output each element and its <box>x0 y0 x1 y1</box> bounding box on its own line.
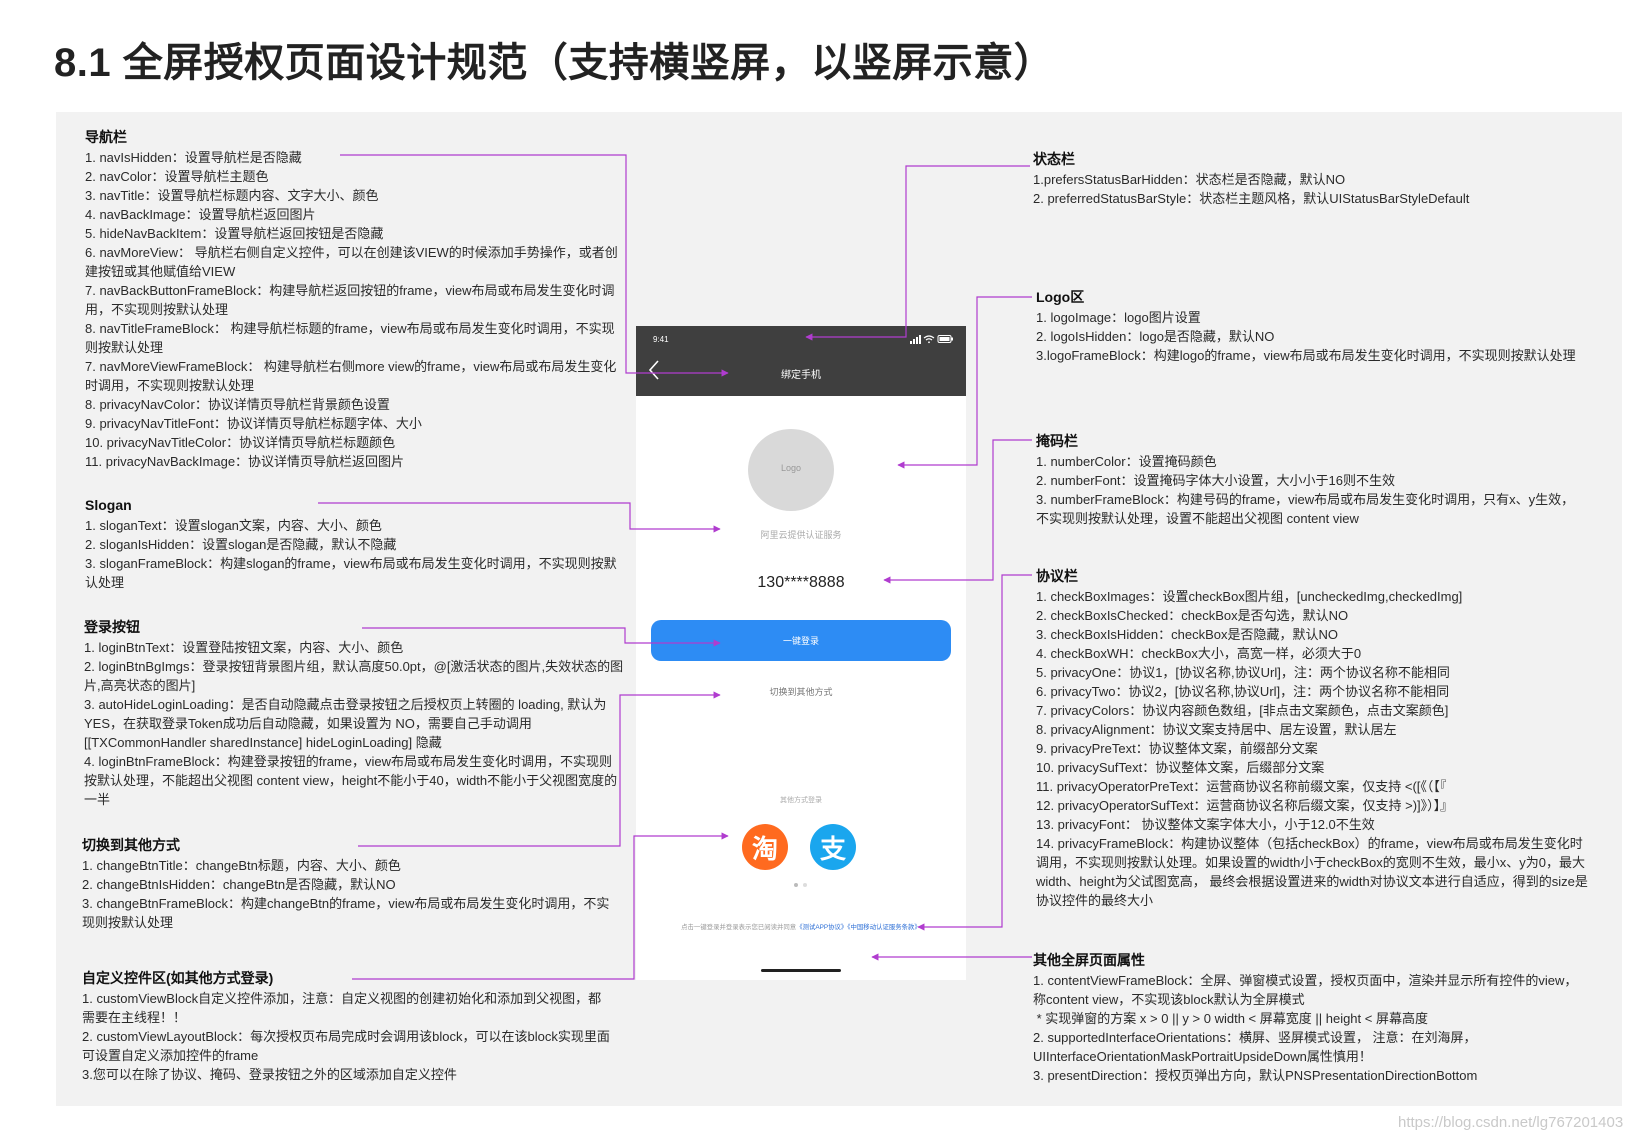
switch-section-heading: 切换到其他方式 <box>82 837 180 853</box>
page-dot <box>803 883 807 887</box>
nav-section-line: 11. privacyNavBackImage：协议详情页导航栏返回图片 <box>85 454 405 469</box>
privacy-agreement-line: 点击一键登录并登录表示您已阅读并同意《测试APP协议》《中国移动认证服务条款》 <box>648 922 954 931</box>
switch-section: 切换到其他方式 1. changeBtnTitle：changeBtn标题，内容… <box>82 836 612 932</box>
privacy-section-line: 2. checkBoxIsChecked：checkBox是否勾选，默认NO <box>1036 608 1349 623</box>
nav-section-line: 10. privacyNavTitleColor：协议详情页导航栏标题颜色 <box>85 435 396 450</box>
nav-section-line: 9. privacyNavTitleFont：协议详情页导航栏标题字体、大小 <box>85 416 422 431</box>
nav-section-line: 2. navColor：设置导航栏主题色 <box>85 169 269 184</box>
privacy-section-line: 5. privacyOne：协议1，[协议名称,协议Url]，注：两个协议名称不… <box>1036 665 1450 680</box>
privacy-pre-text: 点击一键登录并登录表示您已阅读并同意 <box>681 924 797 931</box>
phone-mockup: 9:41 绑定手机 Logo 阿里云提供认证服务 130****8888 一键登… <box>636 326 966 980</box>
other-login-label: 其他方式登录 <box>780 797 822 804</box>
logo-section-line: 1. logoImage：logo图片设置 <box>1036 310 1201 325</box>
other-section-line: 3. presentDirection：授权页弹出方向，默认PNSPresent… <box>1033 1068 1478 1083</box>
slogan-text: 阿里云提供认证服务 <box>760 530 842 540</box>
logo-section-line: 3.logoFrameBlock：构建logo的frame，view布局或布局发… <box>1036 348 1576 363</box>
nav-section-line: 6. navMoreView： 导航栏右侧自定义控件，可以在创建该VIEW的时候… <box>85 245 618 279</box>
status-section-heading: 状态栏 <box>1033 151 1075 167</box>
privacy-section-heading: 协议栏 <box>1036 568 1078 584</box>
privacy-section-line: 8. privacyAlignment：协议文案支持居中、居左设置，默认居左 <box>1036 722 1397 737</box>
switch-section-line: 1. changeBtnTitle：changeBtn标题，内容、大小、颜色 <box>82 858 401 873</box>
page-title: 8.1 全屏授权页面设计规范（支持横竖屏，以竖屏示意） <box>54 41 1055 85</box>
wifi-icon <box>923 335 935 344</box>
signal-icon <box>910 335 921 344</box>
logo-section: Logo区 1. logoImage：logo图片设置 2. logoIsHidd… <box>1036 288 1586 365</box>
slogan-section: Slogan 1. sloganText：设置slogan文案，内容、大小、颜色… <box>85 496 625 592</box>
phone-nav-bar: 9:41 绑定手机 <box>636 326 966 396</box>
login-section-line: 3. autoHideLoginLoading：是否自动隐藏点击登录按钮之后授权… <box>84 697 607 750</box>
privacy-section-line: 6. privacyTwo：协议2，[协议名称,协议Url]，注：两个协议名称不… <box>1036 684 1450 699</box>
status-section: 状态栏 1.prefersStatusBarHidden：状态栏是否隐藏，默认N… <box>1033 150 1593 208</box>
slogan-section-line: 1. sloganText：设置slogan文案，内容、大小、颜色 <box>85 518 382 533</box>
number-section-heading: 掩码栏 <box>1036 433 1078 449</box>
watermark: https://blog.csdn.net/lg767201403 <box>1398 1114 1624 1131</box>
home-indicator <box>761 969 841 972</box>
nav-section-line: 8. navTitleFrameBlock： 构建导航栏标题的frame，vie… <box>85 321 615 355</box>
taobao-icon[interactable]: 淘 <box>742 824 788 870</box>
privacy-section-line: 4. checkBoxWH：checkBox大小，高宽一样，必须大于0 <box>1036 646 1362 661</box>
number-section-line: 2. numberFont：设置掩码字体大小设置，大小小于16则不生效 <box>1036 473 1396 488</box>
slogan-section-line: 2. sloganIsHidden：设置slogan是否隐藏，默认不隐藏 <box>85 537 397 552</box>
logo-placeholder: Logo <box>748 429 834 511</box>
one-click-login-button[interactable]: 一键登录 <box>651 620 951 661</box>
switch-other-method-link[interactable]: 切换到其他方式 <box>636 685 966 698</box>
other-section-heading: 其他全屏页面属性 <box>1033 952 1145 968</box>
alipay-icon[interactable]: 支 <box>810 824 856 870</box>
status-icons <box>910 335 953 344</box>
privacy-section-line: 14. privacyFrameBlock：构建协议整体（包括checkBox）… <box>1036 836 1588 908</box>
privacy-section-line: 1. checkBoxImages：设置checkBox图片组，[uncheck… <box>1036 589 1463 604</box>
logo-section-line: 2. logoIsHidden：logo是否隐藏，默认NO <box>1036 329 1275 344</box>
nav-section-line: 4. navBackImage：设置导航栏返回图片 <box>85 207 316 222</box>
privacy-link-app[interactable]: 《测试APP协议》 <box>796 924 847 931</box>
nav-section-heading: 导航栏 <box>85 129 127 145</box>
phone-nav-title: 绑定手机 <box>781 370 821 381</box>
custom-section-line: 1. customViewBlock自定义控件添加，注意：自定义视图的创建初始化… <box>82 991 602 1025</box>
status-time: 9:41 <box>653 335 669 344</box>
privacy-section-line: 12. privacyOperatorSufText：运营商协议名称后缀文案，仅… <box>1036 798 1454 813</box>
nav-section-line: 3. navTitle：设置导航栏标题内容、文字大小、颜色 <box>85 188 379 203</box>
custom-section-line: 2. customViewLayoutBlock：每次授权页布局完成时会调用该b… <box>82 1029 610 1063</box>
other-section-line: * 实现弹窗的方案 x > 0 || y > 0 width < 屏幕宽度 ||… <box>1033 1011 1428 1026</box>
other-section-line: 2. supportedInterfaceOrientations：横屏、竖屏模… <box>1033 1030 1477 1064</box>
nav-section-line: 5. hideNavBackItem：设置导航栏返回按钮是否隐藏 <box>85 226 384 241</box>
slogan-section-heading: Slogan <box>85 497 132 513</box>
number-section-line: 1. numberColor：设置掩码颜色 <box>1036 454 1217 469</box>
status-section-line: 2. preferredStatusBarStyle：状态栏主题风格，默认UIS… <box>1033 191 1470 206</box>
privacy-section-line: 3. checkBoxIsHidden：checkBox是否隐藏，默认NO <box>1036 627 1338 642</box>
nav-section-line: 7. navBackButtonFrameBlock：构建导航栏返回按钮的fra… <box>85 283 615 317</box>
battery-icon <box>937 335 953 343</box>
masked-phone-number: 130****8888 <box>757 574 845 591</box>
logo-text: Logo <box>780 463 802 473</box>
custom-section: 自定义控件区(如其他方式登录) 1. customViewBlock自定义控件添… <box>82 969 612 1084</box>
privacy-section-line: 13. privacyFont： 协议整体文案字体大小，小于12.0不生效 <box>1036 817 1375 832</box>
custom-section-line: 3.您可以在除了协议、掩码、登录按钮之外的区域添加自定义控件 <box>82 1067 457 1082</box>
page-dot <box>794 883 798 887</box>
number-section-line: 3. numberFrameBlock：构建号码的frame，view布局或布局… <box>1036 492 1575 526</box>
privacy-section: 协议栏 1. checkBoxImages：设置checkBox图片组，[unc… <box>1036 567 1588 910</box>
other-section: 其他全屏页面属性 1. contentViewFrameBlock：全屏、弹窗模… <box>1033 951 1583 1085</box>
privacy-section-line: 11. privacyOperatorPreText：运营商协议名称前缀文案，仅… <box>1036 779 1447 794</box>
slogan-section-line: 3. sloganFrameBlock：构建slogan的frame，view布… <box>85 556 617 590</box>
nav-section-line: 1. navIsHidden：设置导航栏是否隐藏 <box>85 150 302 165</box>
login-section-heading: 登录按钮 <box>84 619 140 635</box>
status-section-line: 1.prefersStatusBarHidden：状态栏是否隐藏，默认NO <box>1033 172 1346 187</box>
login-section: 登录按钮 1. loginBtnText：设置登陆按钮文案，内容、大小、颜色 2.… <box>84 618 624 809</box>
privacy-section-line: 9. privacyPreText：协议整体文案，前缀部分文案 <box>1036 741 1318 756</box>
login-section-line: 1. loginBtnText：设置登陆按钮文案，内容、大小、颜色 <box>84 640 404 655</box>
logo-section-heading: Logo区 <box>1036 289 1085 305</box>
login-section-line: 4. loginBtnFrameBlock：构建登录按钮的frame，view布… <box>84 754 618 807</box>
number-section: 掩码栏 1. numberColor：设置掩码颜色 2. numberFont：设… <box>1036 432 1586 528</box>
privacy-link-operator[interactable]: 《中国移动认证服务条款》 <box>847 924 921 931</box>
privacy-section-line: 10. privacySufText：协议整体文案，后缀部分文案 <box>1036 760 1325 775</box>
nav-section-line: 8. privacyNavColor：协议详情页导航栏背景颜色设置 <box>85 397 390 412</box>
other-section-line: 1. contentViewFrameBlock：全屏、弹窗模式设置，授权页面中… <box>1033 973 1578 1007</box>
nav-section-line: 7. navMoreViewFrameBlock： 构建导航栏右侧more vi… <box>85 359 617 393</box>
privacy-section-line: 7. privacyColors：协议内容颜色数组，[非点击文案颜色，点击文案颜… <box>1036 703 1449 718</box>
nav-section: 导航栏 1. navIsHidden：设置导航栏是否隐藏 2. navColor：… <box>85 128 625 471</box>
switch-section-line: 3. changeBtnFrameBlock：构建changeBtn的frame… <box>82 896 610 930</box>
custom-section-heading: 自定义控件区(如其他方式登录) <box>82 970 274 986</box>
login-section-line: 2. loginBtnBgImgs：登录按钮背景图片组，默认高度50.0pt，@… <box>84 659 624 693</box>
switch-section-line: 2. changeBtnIsHidden：changeBtn是否隐藏，默认NO <box>82 877 396 892</box>
